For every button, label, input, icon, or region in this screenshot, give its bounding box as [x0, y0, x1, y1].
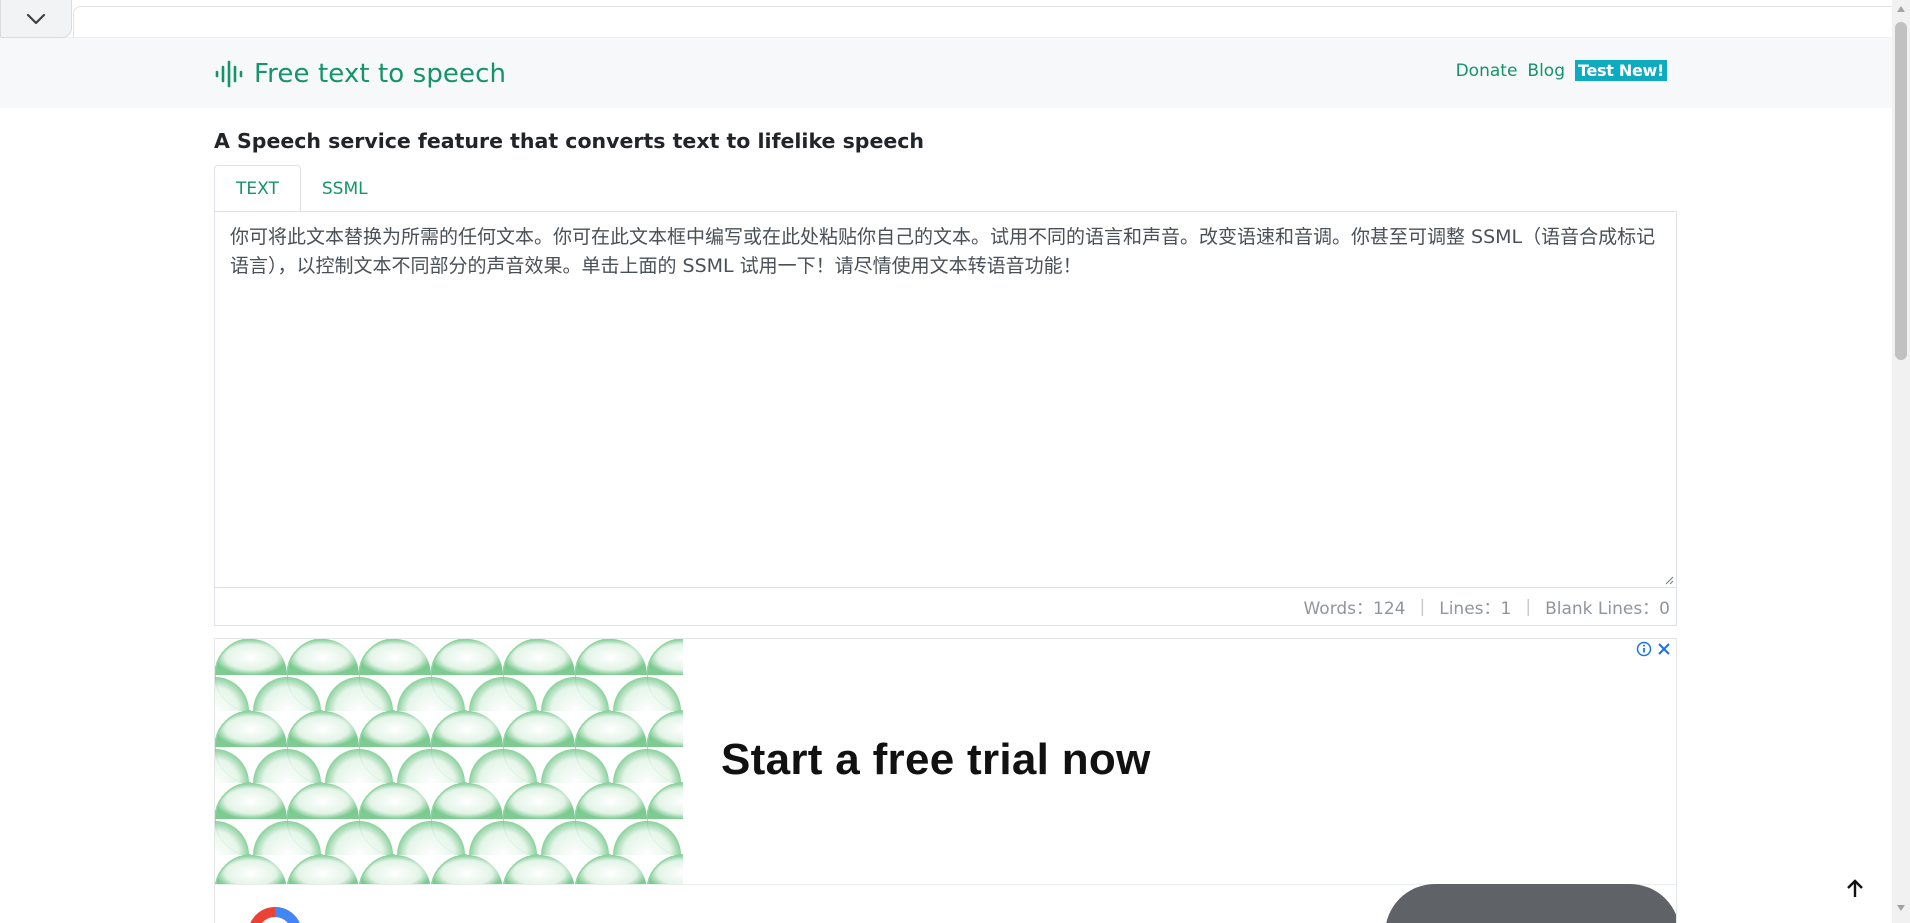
- scrollbar-thumb[interactable]: [1895, 22, 1907, 360]
- input-mode-tabs: TEXT SSML: [214, 165, 1677, 212]
- site-header: Free text to speech Donate Blog Test New…: [0, 38, 1892, 108]
- ad-headline[interactable]: Start a free trial now: [721, 735, 1151, 785]
- text-editor: 你可将此文本替换为所需的任何文本。你可在此文本框中编写或在此处粘贴你自己的文本。…: [214, 211, 1677, 588]
- line-count: Lines：1: [1439, 599, 1512, 619]
- tab-text[interactable]: TEXT: [214, 165, 301, 212]
- top-strip: [0, 0, 1892, 38]
- page-subtitle: A Speech service feature that converts t…: [214, 129, 925, 153]
- ad-pattern-image: [215, 639, 683, 884]
- donate-link[interactable]: Donate: [1456, 61, 1518, 81]
- stats-separator: |: [1419, 596, 1426, 617]
- close-icon[interactable]: [1656, 641, 1672, 657]
- resize-handle-icon[interactable]: [1664, 575, 1674, 585]
- ad-cta-button[interactable]: [1385, 884, 1676, 923]
- tab-ssml[interactable]: SSML: [301, 165, 389, 212]
- scroll-down-icon[interactable]: [1896, 904, 1906, 912]
- blank-line-count: Blank Lines：0: [1545, 599, 1670, 619]
- collapse-toggle-button[interactable]: [0, 0, 72, 38]
- chevron-down-icon: [26, 13, 46, 24]
- ad-controls: [1636, 641, 1672, 657]
- stats-separator: |: [1525, 596, 1532, 617]
- arrow-up-icon: [1847, 879, 1863, 897]
- header-nav: Donate Blog Test New!: [1456, 60, 1667, 81]
- brand-title: Free text to speech: [254, 59, 507, 89]
- page-scrollbar[interactable]: [1892, 0, 1910, 923]
- test-new-link[interactable]: Test New!: [1574, 60, 1667, 81]
- word-count: Words：124: [1303, 599, 1406, 619]
- top-frame: [73, 6, 1892, 38]
- text-stats-bar: Words：124 | Lines：1 | Blank Lines：0: [214, 588, 1677, 626]
- sound-wave-icon: [215, 60, 243, 88]
- scroll-up-icon[interactable]: [1896, 5, 1906, 13]
- back-to-top-button[interactable]: [1842, 876, 1868, 902]
- advertisement[interactable]: Start a free trial now: [214, 638, 1677, 923]
- text-input[interactable]: 你可将此文本替换为所需的任何文本。你可在此文本框中编写或在此处粘贴你自己的文本。…: [215, 212, 1676, 587]
- info-icon[interactable]: [1636, 641, 1652, 657]
- brand-link[interactable]: Free text to speech: [214, 59, 506, 89]
- google-logo-icon: [250, 907, 300, 923]
- blog-link[interactable]: Blog: [1527, 61, 1565, 81]
